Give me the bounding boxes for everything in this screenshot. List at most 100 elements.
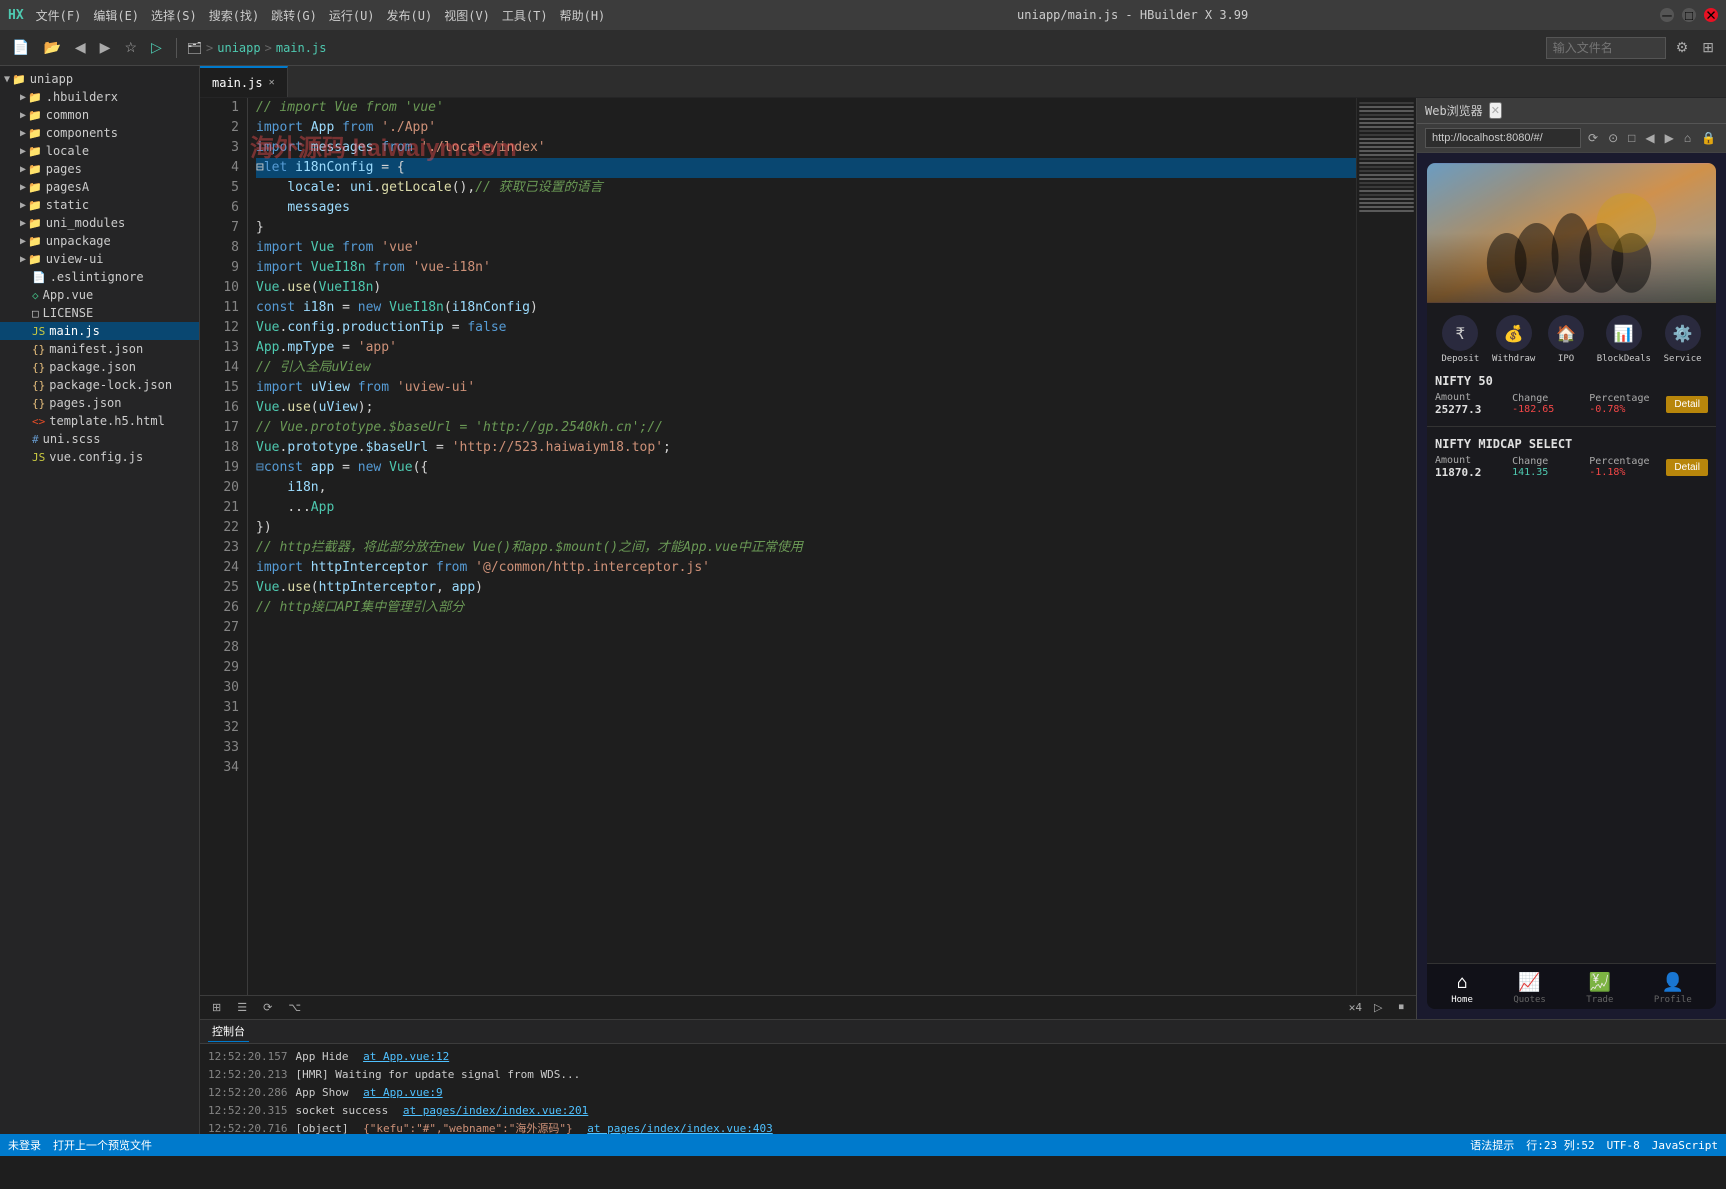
minimize-button[interactable]: ─ [1660,8,1674,22]
sidebar-item-mainjs[interactable]: JS main.js [0,322,199,340]
sidebar-item-label: pages.json [49,396,121,410]
sidebar-item-eslintignore[interactable]: 📄 .eslintignore [0,268,199,286]
bottom-nav-home[interactable]: ⌂ Home [1451,972,1473,1005]
ipo-icon-circle: 🏠 [1548,315,1584,351]
file-encoding: UTF-8 [1607,1139,1640,1152]
open-file-button[interactable]: 📂 [39,37,64,58]
open-file-link[interactable]: 打开上一个预览文件 [53,1137,152,1153]
breadcrumb-project[interactable]: uniapp [217,41,260,55]
tab-close-button[interactable]: ✕ [269,77,275,88]
breadcrumb-root[interactable]: 🗂 [187,41,202,55]
console-link[interactable]: at App.vue:9 [363,1084,442,1102]
sidebar-root[interactable]: ▼ 📁 uniapp [0,70,199,88]
tab-label: main.js [212,76,263,90]
code-line: Vue.use(VueI18n) [256,278,1356,298]
sidebar-item-templatehtml[interactable]: <> template.h5.html [0,412,199,430]
sidebar-item-package-lock[interactable]: {} package-lock.json [0,376,199,394]
sidebar-item-uniscss[interactable]: # uni.scss [0,430,199,448]
sidebar-item-static[interactable]: ▶ 📁 static [0,196,199,214]
sidebar-item-pagesa[interactable]: ▶ 📁 pagesA [0,178,199,196]
sidebar-item-components[interactable]: ▶ 📁 components [0,124,199,142]
browser-forward-button[interactable]: ▶ [1662,130,1677,146]
file-search-input[interactable] [1546,37,1666,59]
editor-search-button[interactable]: ⟳ [259,999,276,1016]
browser-close-button[interactable]: ✕ [1489,102,1502,119]
sidebar-item-vueconfig[interactable]: JS vue.config.js [0,448,199,466]
menu-tools[interactable]: 工具(T) [502,7,548,24]
forward-button[interactable]: ▶ [96,37,115,58]
device-debug-button[interactable]: ⏹ [1395,999,1409,1016]
sidebar-item-hbuilderx[interactable]: ▶ 📁 .hbuilderx [0,88,199,106]
sidebar-item-appvue[interactable]: ◇ App.vue [0,286,199,304]
new-file-button[interactable]: 📄 [8,37,33,58]
sidebar-item-pages[interactable]: ▶ 📁 pages [0,160,199,178]
console-line: 12:52:20.315 socket success at pages/ind… [208,1102,1718,1120]
tab-mainjs[interactable]: main.js ✕ [200,66,288,97]
sidebar-item-license[interactable]: □ LICENSE [0,304,199,322]
browser-url-input[interactable] [1425,128,1581,148]
sidebar-item-manifest[interactable]: {} manifest.json [0,340,199,358]
browser-devtools-button[interactable]: □ [1625,130,1638,146]
menu-file[interactable]: 文件(F) [36,7,82,24]
sidebar-item-label: common [46,108,89,122]
midcap-detail-button[interactable]: Detail [1666,459,1708,476]
browser-back-button[interactable]: ◀ [1642,130,1657,146]
editor-content[interactable]: 1234 5678 9101112 13141516 17181920 2122… [200,98,1416,995]
nav-icon-ipo[interactable]: 🏠 IPO [1548,315,1584,364]
menu-help[interactable]: 帮助(H) [560,7,606,24]
menu-select[interactable]: 选择(S) [151,7,197,24]
run-button[interactable]: ▷ [147,37,166,58]
sidebar-item-pagesjson[interactable]: {} pages.json [0,394,199,412]
sidebar-item-locale[interactable]: ▶ 📁 locale [0,142,199,160]
nav-icon-service[interactable]: ⚙️ Service [1664,315,1702,364]
bottom-nav-trade[interactable]: 💹 Trade [1586,972,1613,1005]
editor-nav-button[interactable]: ⊞ [208,999,225,1016]
menu-search[interactable]: 搜索(找) [209,7,259,24]
sidebar-item-package[interactable]: {} package.json [0,358,199,376]
console-link[interactable]: at App.vue:12 [363,1048,449,1066]
browser-home-button[interactable]: ⌂ [1681,130,1694,146]
nav-icon-deposit[interactable]: ₹ Deposit [1441,315,1479,364]
code-line: import messages from './locale/index' [256,138,1356,158]
sidebar-item-label: main.js [49,324,100,338]
bottom-nav-profile[interactable]: 👤 Profile [1654,972,1692,1005]
nav-icon-blockdeals[interactable]: 📊 BlockDeals [1597,315,1651,364]
sidebar-item-label: uni_modules [46,216,125,230]
expand-button[interactable]: ⊞ [1698,37,1718,58]
close-button[interactable]: ✕ [1704,8,1718,22]
console-link[interactable]: at pages/index/index.vue:201 [403,1102,588,1120]
editor-format-button[interactable]: ⌥ [284,999,305,1016]
sidebar-item-uni-modules[interactable]: ▶ 📁 uni_modules [0,214,199,232]
blockdeals-label: BlockDeals [1597,354,1651,364]
menu-view[interactable]: 视图(V) [444,7,490,24]
browser-refresh-button[interactable]: ⟳ [1585,130,1601,146]
code-content[interactable]: // import Vue from 'vue' import App from… [248,98,1356,995]
sidebar-item-unpackage[interactable]: ▶ 📁 unpackage [0,232,199,250]
breadcrumb-file[interactable]: main.js [276,41,327,55]
menu-run[interactable]: 运行(U) [329,7,375,24]
sidebar-item-uview-ui[interactable]: ▶ 📁 uview-ui [0,250,199,268]
browser-stop-button[interactable]: ⊙ [1605,130,1621,146]
nifty50-detail-button[interactable]: Detail [1666,396,1708,413]
nifty50-amount: 25277.3 [1435,403,1508,416]
device-run-button[interactable]: ▷ [1370,999,1386,1016]
console-tab[interactable]: 控制台 [208,1021,249,1042]
bookmark-button[interactable]: ☆ [120,37,141,58]
status-right: 语法提示 行:23 列:52 UTF-8 JavaScript [1470,1137,1718,1153]
menu-edit[interactable]: 编辑(E) [93,7,139,24]
console-object[interactable]: {"kefu":"#","webname":"海外源码"} [363,1120,579,1134]
back-button[interactable]: ◀ [71,37,90,58]
syntax-hint: 语法提示 [1470,1137,1514,1153]
bottom-nav-quotes[interactable]: 📈 Quotes [1513,972,1546,1005]
sidebar-item-common[interactable]: ▶ 📁 common [0,106,199,124]
editor-area: 海外源码 haiwaiym.com 1234 5678 9101112 1314… [200,98,1416,1019]
maximize-button[interactable]: □ [1682,8,1696,22]
menu-publish[interactable]: 发布(U) [387,7,433,24]
nav-icon-withdraw[interactable]: 💰 Withdraw [1492,315,1535,364]
editor-outline-button[interactable]: ☰ [233,999,251,1016]
filter-button[interactable]: ⚙ [1672,37,1693,58]
timestamp: 12:52:20.157 [208,1048,287,1066]
browser-lock-button[interactable]: 🔒 [1698,130,1719,146]
console-link[interactable]: at pages/index/index.vue:403 [587,1120,772,1134]
menu-goto[interactable]: 跳转(G) [271,7,317,24]
